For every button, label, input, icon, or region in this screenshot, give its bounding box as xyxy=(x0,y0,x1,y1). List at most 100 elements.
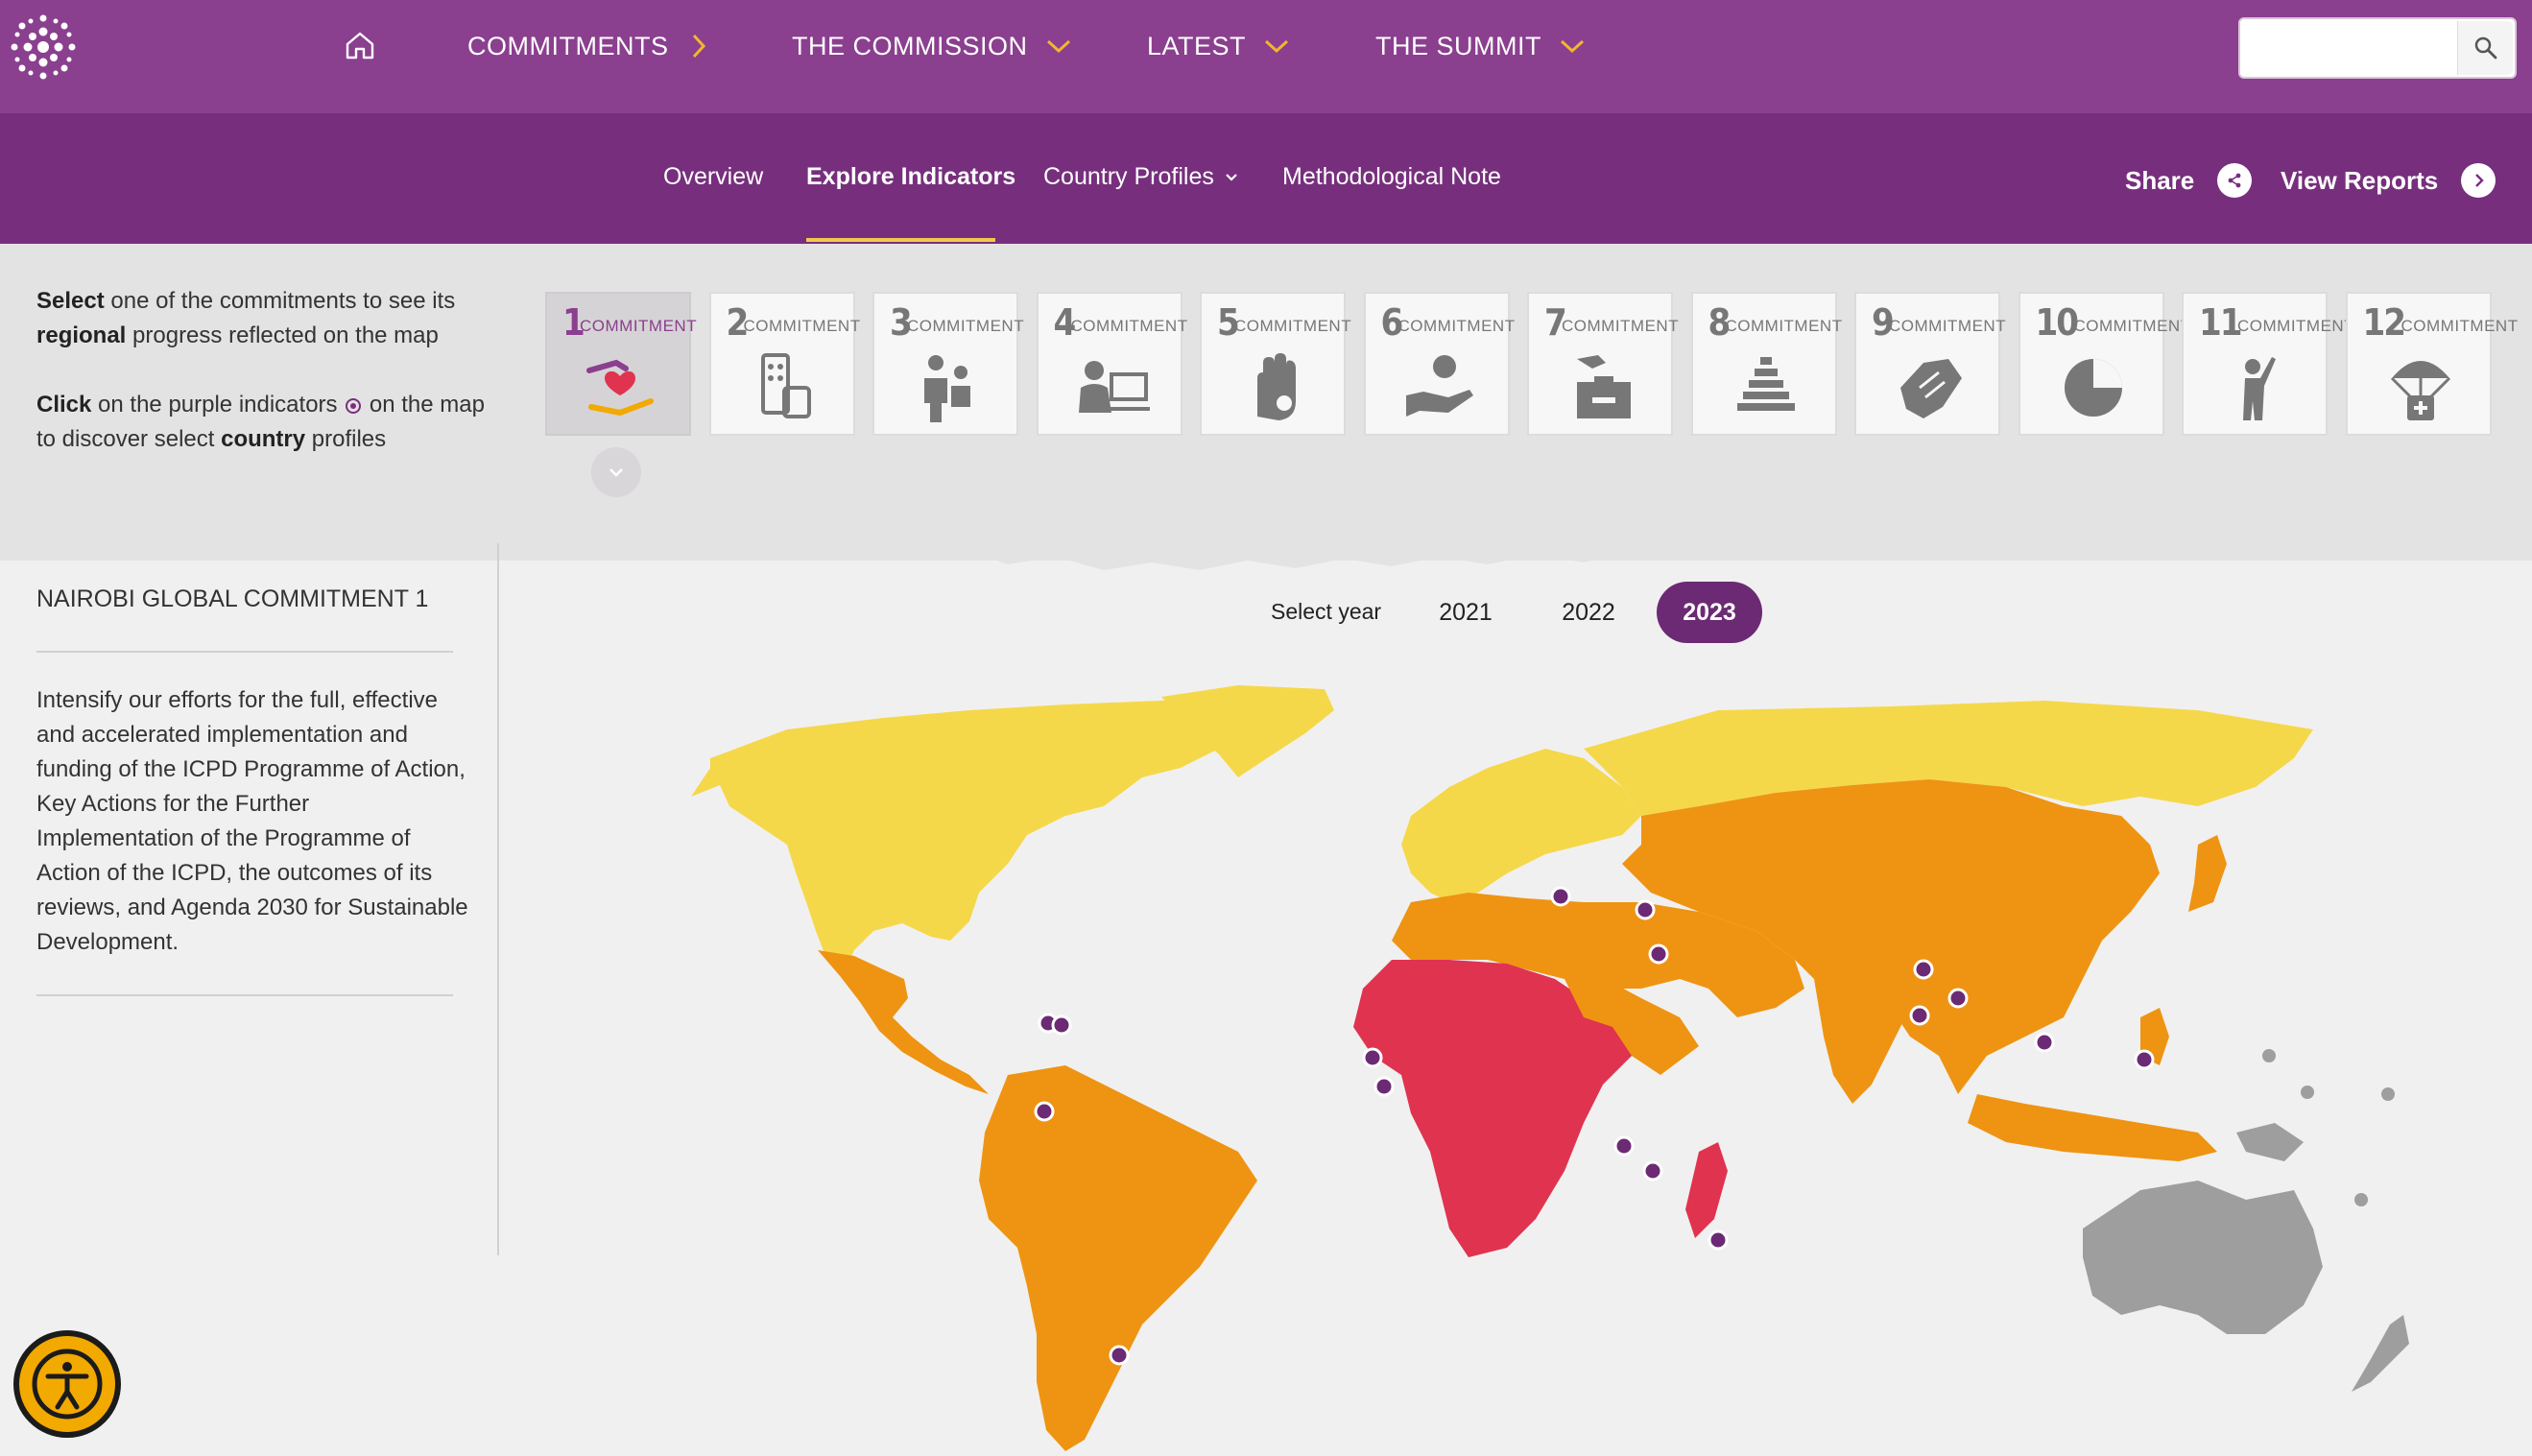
commitment-label: COMMITMENT xyxy=(1562,317,1680,335)
commitment-label: COMMITMENT xyxy=(2237,317,2355,335)
share-icon xyxy=(2217,163,2253,198)
chevron-right-icon xyxy=(2461,163,2496,198)
country-indicator xyxy=(2134,1049,2155,1070)
hands-heart-icon xyxy=(586,359,654,417)
accessibility-icon xyxy=(32,1349,103,1420)
region-pacific-island xyxy=(2381,1087,2395,1101)
tab-methodological-note[interactable]: Methodological Note xyxy=(1282,163,1501,191)
commitment-label: COMMITMENT xyxy=(1397,317,1516,335)
commitment-card-2[interactable]: 2 COMMITMENT xyxy=(708,292,860,436)
commitment-card-7[interactable]: 7 COMMITMENT xyxy=(1527,292,1679,436)
region-pacific-island xyxy=(2354,1193,2368,1206)
pie-chart-icon xyxy=(2064,359,2122,417)
commitment-card-1[interactable]: 1 COMMITMENT xyxy=(545,292,697,436)
commitment-card-4[interactable]: 4 COMMITMENT xyxy=(1036,292,1187,436)
country-indicator xyxy=(1648,943,1669,965)
year-select-label: Select year xyxy=(1271,599,1382,624)
country-indicator xyxy=(1708,1229,1729,1251)
commitment-number: 10 xyxy=(2035,301,2080,344)
commitment-card-12[interactable]: 12 COMMITMENT xyxy=(2345,292,2518,436)
accessibility-button[interactable] xyxy=(13,1330,121,1438)
commitment-number: 11 xyxy=(2199,301,2243,344)
region-europe xyxy=(1401,749,1641,902)
region-southeast-asia xyxy=(1968,1094,2217,1161)
view-reports-label: View Reports xyxy=(2281,165,2439,195)
country-indicator xyxy=(1373,1076,1395,1097)
country-indicator xyxy=(1613,1135,1635,1157)
commitment-title: NAIROBI GLOBAL COMMITMENT 1 xyxy=(36,585,429,612)
nav-the-summit[interactable]: THE SUMMIT xyxy=(1375,27,1586,65)
tab-explore-indicators[interactable]: Explore Indicators xyxy=(806,163,1015,191)
year-option-2022[interactable]: 2022 xyxy=(1536,582,1641,643)
instruction-click-bold: Click xyxy=(36,392,92,418)
region-papua xyxy=(2236,1123,2304,1161)
tab-country-profiles-label: Country Profiles xyxy=(1043,163,1214,190)
commitment-card-8[interactable]: 8 COMMITMENT xyxy=(1690,292,1842,436)
year-option-2023[interactable]: 2023 xyxy=(1657,582,1762,643)
tab-overview[interactable]: Overview xyxy=(663,163,763,191)
nav-commitments[interactable]: COMMITMENTS xyxy=(467,27,712,65)
view-reports-button[interactable]: View Reports xyxy=(2281,163,2496,198)
hand-ballot-box-icon xyxy=(1577,355,1631,418)
active-tab-underline xyxy=(806,238,995,242)
commitment-description: Intensify our efforts for the full, effe… xyxy=(36,687,468,955)
student-computer-icon xyxy=(1078,361,1150,413)
world-map[interactable] xyxy=(566,672,2486,1456)
instruction-select-bold: Select xyxy=(36,288,105,314)
commitment-label: COMMITMENT xyxy=(2401,317,2519,335)
commitment-number: 12 xyxy=(2362,301,2407,344)
region-pacific-island xyxy=(2301,1086,2314,1099)
commitment-card-5[interactable]: 5 COMMITMENT xyxy=(1200,292,1351,436)
commitment-card-10[interactable]: 10 COMMITMENT xyxy=(2018,292,2190,436)
instruction-regional-text: progress reflected on the map xyxy=(126,322,439,348)
country-indicator xyxy=(1642,1160,1663,1182)
contraceptive-pills-icon xyxy=(760,353,811,418)
commitment-label: COMMITMENT xyxy=(1234,317,1352,335)
country-indicator xyxy=(1635,899,1656,920)
handshake-icon xyxy=(1900,359,1962,418)
chevron-down-icon xyxy=(1265,39,1289,54)
expand-button[interactable] xyxy=(591,447,641,497)
region-south-america xyxy=(979,1065,1257,1451)
tab-country-profiles[interactable]: Country Profiles xyxy=(1043,163,1239,191)
nav-latest[interactable]: LATEST xyxy=(1147,27,1290,65)
search-input[interactable] xyxy=(2246,25,2448,71)
panel-divider xyxy=(497,543,499,1255)
year-option-2021[interactable]: 2021 xyxy=(1413,582,1518,643)
chevron-down-icon xyxy=(1560,39,1585,54)
nav-the-summit-label: THE SUMMIT xyxy=(1375,31,1541,60)
commitment-card-11[interactable]: 11 COMMITMENT xyxy=(2182,292,2354,436)
home-icon[interactable] xyxy=(344,29,376,61)
hand-coin-icon xyxy=(1405,355,1473,417)
torn-paper-edge xyxy=(0,451,2532,570)
commitment-card-6[interactable]: 6 COMMITMENT xyxy=(1363,292,1515,436)
instructions: Select one of the commitments to see its… xyxy=(36,284,516,457)
nav-the-commission[interactable]: THE COMMISSION xyxy=(792,27,1072,65)
commitment-card-9[interactable]: 9 COMMITMENT xyxy=(1854,292,2006,436)
chevron-right-icon xyxy=(693,34,706,59)
chevron-down-icon xyxy=(1226,173,1237,181)
indicator-dot-icon xyxy=(346,398,362,414)
chevron-down-icon xyxy=(609,468,623,477)
country-indicator xyxy=(1109,1345,1130,1366)
site-logo[interactable] xyxy=(8,12,79,83)
share-button[interactable]: Share xyxy=(2125,163,2253,198)
region-japan xyxy=(2188,835,2227,912)
instruction-profiles-text: profiles xyxy=(305,426,387,452)
commitment-card-3[interactable]: 3 COMMITMENT xyxy=(872,292,1024,436)
region-central-america xyxy=(818,950,989,1094)
instruction-click-text-2: on the map xyxy=(363,392,485,418)
country-indicator xyxy=(1051,1014,1072,1036)
commitment-label: COMMITMENT xyxy=(1889,317,2007,335)
instruction-click-text: on the purple indicators xyxy=(91,392,338,418)
sub-navigation: Overview Explore Indicators Country Prof… xyxy=(0,113,2532,244)
commitment-label: COMMITMENT xyxy=(2073,317,2191,335)
region-australia xyxy=(2083,1181,2323,1334)
commitment-label: COMMITMENT xyxy=(580,317,698,335)
instruction-click: Click on the purple indicators on the ma… xyxy=(36,388,516,457)
nav-latest-label: LATEST xyxy=(1147,31,1247,60)
search-button[interactable] xyxy=(2457,21,2513,75)
share-label: Share xyxy=(2125,165,2195,195)
commitment-label: COMMITMENT xyxy=(1725,317,1843,335)
country-indicator xyxy=(1909,1005,1930,1026)
